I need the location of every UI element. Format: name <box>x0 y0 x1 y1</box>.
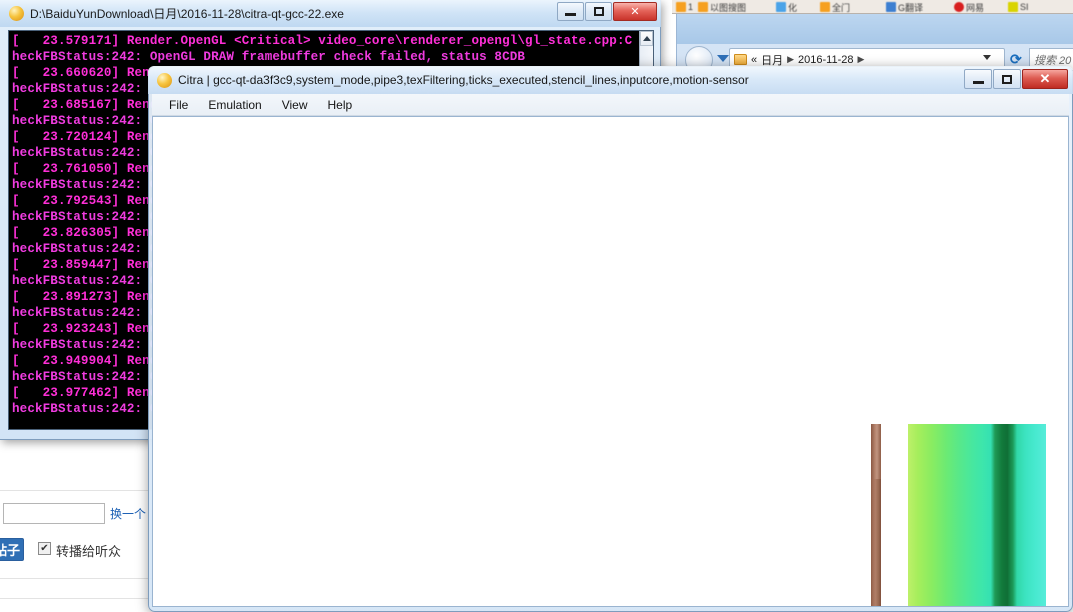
bookmark-label: 化 <box>788 2 798 13</box>
bookmark-item[interactable]: G翻译 <box>886 1 923 13</box>
bookmark-item[interactable]: 全门 <box>820 1 850 13</box>
minimize-icon <box>565 13 576 16</box>
minimize-button[interactable] <box>964 69 992 89</box>
bookmark-favicon-icon <box>698 2 708 12</box>
bookmark-item[interactable]: SI <box>1008 1 1029 13</box>
bookmark-label: 网易 <box>966 2 985 13</box>
maximize-icon <box>593 7 604 16</box>
close-button[interactable]: ✕ <box>1022 69 1068 89</box>
menu-view[interactable]: View <box>273 96 317 114</box>
browser-bookmarks-bar[interactable]: 1 以图搜图 化 全门 G翻译 网易 SI <box>672 0 1073 14</box>
citra-window: Citra | gcc-qt-da3f3c9,system_mode,pipe3… <box>148 66 1073 612</box>
breadcrumb-history-dropdown-icon[interactable] <box>983 55 991 60</box>
breadcrumb-separator-icon: ▶ <box>857 54 865 64</box>
menu-file[interactable]: File <box>160 96 197 114</box>
minimize-button[interactable] <box>557 2 584 21</box>
console-window-controls: ✕ <box>557 2 657 21</box>
console-log-line: [ 23.579171] Render.OpenGL <Critical> vi… <box>12 34 633 48</box>
broadcast-checkbox-label: 转播给听众 <box>56 544 122 559</box>
bookmark-label: SI <box>1020 2 1029 12</box>
bookmark-item[interactable]: 以图搜图 <box>698 1 746 13</box>
close-icon: ✕ <box>1039 71 1051 86</box>
menu-help[interactable]: Help <box>319 96 362 114</box>
bookmark-label: G翻译 <box>898 2 924 13</box>
console-titlebar[interactable]: D:\BaiduYunDownload\日月\2016-11-28\citra-… <box>0 0 661 27</box>
bookmark-label: 1 <box>688 2 694 12</box>
citra-titlebar[interactable]: Citra | gcc-qt-da3f3c9,system_mode,pipe3… <box>148 66 1073 94</box>
refresh-captcha-link[interactable]: 换一个 <box>110 505 146 522</box>
citra-menubar: File Emulation View Help <box>152 94 1069 116</box>
menu-emulation[interactable]: Emulation <box>199 96 270 114</box>
bookmark-label: 以图搜图 <box>710 2 747 13</box>
maximize-button[interactable] <box>993 69 1021 89</box>
bookmark-favicon-icon <box>820 2 830 12</box>
citra-app-icon <box>9 6 24 21</box>
bookmark-favicon-icon <box>1008 2 1018 12</box>
bookmark-item[interactable]: 化 <box>776 1 797 13</box>
citra-window-controls: ✕ <box>964 69 1068 89</box>
brown-pole-top-object <box>871 424 881 479</box>
bookmark-label: 全门 <box>832 2 851 13</box>
broadcast-checkbox[interactable]: ✔ <box>38 542 51 555</box>
breadcrumb-item-1[interactable]: 2016-11-28 <box>798 54 853 66</box>
explorer-titlebar <box>677 14 1073 44</box>
folder-icon <box>734 54 747 65</box>
forward-dropdown-icon[interactable] <box>717 55 729 62</box>
captcha-input[interactable] <box>3 503 105 524</box>
maximize-icon <box>1002 74 1012 84</box>
bookmark-favicon-icon <box>954 2 964 12</box>
breadcrumb-prefix: « <box>751 53 758 66</box>
maximize-button[interactable] <box>585 2 612 21</box>
breadcrumb-separator-icon: ▶ <box>787 54 795 64</box>
bookmark-favicon-icon <box>886 2 896 12</box>
citra-title: Citra | gcc-qt-da3f3c9,system_mode,pipe3… <box>178 73 749 87</box>
screen-root: 换一个 贴子 ✔ 转播给听众 1 以图搜图 化 全门 G翻译 网易 SI « 日… <box>0 0 1073 612</box>
bookmark-item[interactable]: 网易 <box>954 1 984 13</box>
bookmark-favicon-icon <box>776 2 786 12</box>
bookmark-favicon-icon <box>676 2 686 12</box>
close-button[interactable]: ✕ <box>613 2 657 21</box>
console-title: D:\BaiduYunDownload\日月\2016-11-28\citra-… <box>30 7 344 21</box>
scroll-up-arrow-icon[interactable] <box>640 31 653 46</box>
console-log-line: heckFBStatus:242: OpenGL DRAW framebuffe… <box>12 50 526 64</box>
green-gradient-block-object <box>908 424 1046 606</box>
post-button[interactable]: 贴子 <box>0 538 24 561</box>
minimize-icon <box>972 80 984 84</box>
citra-app-icon <box>157 72 172 88</box>
bookmark-item[interactable]: 1 <box>676 1 693 13</box>
citra-render-viewport[interactable] <box>152 116 1069 607</box>
